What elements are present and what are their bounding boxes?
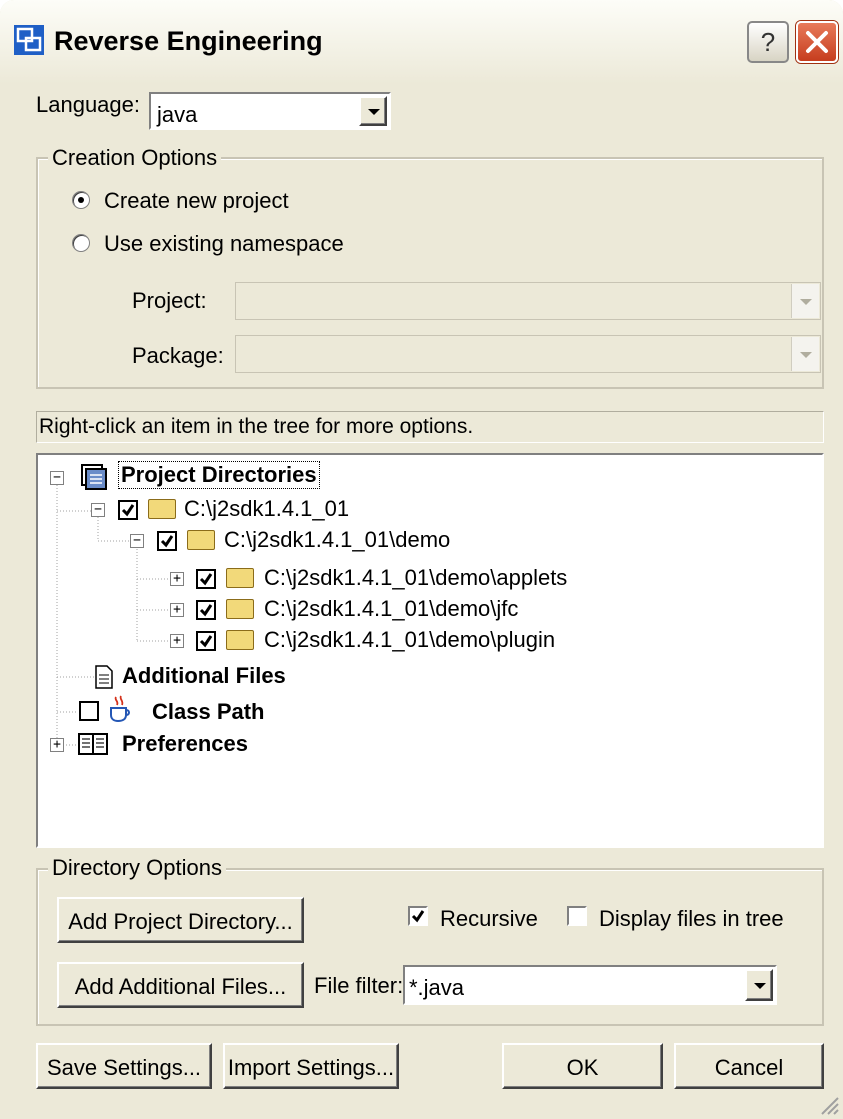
recursive-label[interactable]: Recursive bbox=[440, 906, 538, 932]
import-settings-label: Import Settings... bbox=[227, 1055, 395, 1080]
language-dropdown-button[interactable] bbox=[359, 96, 387, 126]
add-project-directory-button[interactable]: Add Project Directory... bbox=[57, 897, 304, 943]
hint-text: Right-click an item in the tree for more… bbox=[39, 415, 474, 438]
checkmark-icon bbox=[199, 573, 213, 586]
create-new-project-radio[interactable] bbox=[72, 191, 90, 209]
dialog-window: Reverse Engineering ? Language: java Cre… bbox=[0, 0, 843, 1119]
checkmark-icon bbox=[199, 604, 213, 617]
open-folder-icon bbox=[148, 499, 176, 519]
directory-options-legend: Directory Options bbox=[48, 855, 226, 881]
display-files-label[interactable]: Display files in tree bbox=[599, 906, 784, 932]
preferences-icon bbox=[78, 733, 108, 755]
chevron-down-icon bbox=[754, 983, 766, 989]
project-dropdown-button[interactable] bbox=[791, 284, 819, 318]
question-icon: ? bbox=[760, 27, 776, 57]
language-label: Language: bbox=[36, 92, 140, 117]
language-select-value: java bbox=[157, 102, 198, 127]
project-tree[interactable]: − Project Directories − C:\j2sdk1.4.1_01… bbox=[36, 453, 824, 848]
creation-options-legend: Creation Options bbox=[48, 145, 222, 171]
collapse-toggle[interactable]: − bbox=[91, 503, 105, 517]
import-settings-button[interactable]: Import Settings... bbox=[223, 1043, 399, 1089]
package-select[interactable] bbox=[235, 335, 821, 373]
help-button[interactable]: ? bbox=[747, 21, 789, 63]
display-files-checkbox[interactable] bbox=[567, 906, 587, 926]
checkmark-icon bbox=[199, 635, 213, 648]
expand-toggle[interactable]: + bbox=[170, 634, 184, 648]
dir3-checkbox[interactable] bbox=[196, 569, 216, 589]
app-icon bbox=[14, 25, 44, 55]
ok-label: OK bbox=[566, 1055, 599, 1080]
tree-item-dir1[interactable]: C:\j2sdk1.4.1_01 bbox=[184, 496, 349, 522]
tree-item-class-path[interactable]: Class Path bbox=[152, 699, 265, 725]
close-icon bbox=[806, 31, 828, 53]
title-bar[interactable]: Reverse Engineering ? bbox=[0, 0, 843, 84]
dir2-checkbox[interactable] bbox=[157, 531, 177, 551]
checkmark-icon bbox=[160, 535, 174, 548]
add-additional-files-button[interactable]: Add Additional Files... bbox=[57, 962, 304, 1008]
add-project-directory-label: Add Project Directory... bbox=[68, 909, 293, 934]
project-select[interactable] bbox=[235, 282, 821, 320]
tree-item-dir4[interactable]: C:\j2sdk1.4.1_01\demo\jfc bbox=[264, 596, 518, 622]
use-existing-namespace-label[interactable]: Use existing namespace bbox=[104, 231, 344, 257]
folder-icon bbox=[226, 630, 254, 650]
tree-item-dir3[interactable]: C:\j2sdk1.4.1_01\demo\applets bbox=[264, 565, 567, 591]
file-icon bbox=[95, 665, 113, 689]
collapse-toggle[interactable]: − bbox=[130, 534, 144, 548]
class-path-checkbox[interactable] bbox=[79, 701, 99, 721]
package-label: Package: bbox=[132, 343, 224, 368]
tree-item-dir2[interactable]: C:\j2sdk1.4.1_01\demo bbox=[224, 527, 450, 553]
folder-icon bbox=[226, 599, 254, 619]
expand-toggle[interactable]: + bbox=[170, 572, 184, 586]
dir5-checkbox[interactable] bbox=[196, 631, 216, 651]
project-directories-icon bbox=[81, 464, 107, 490]
hint-bar: Right-click an item in the tree for more… bbox=[36, 411, 824, 443]
resize-grip-icon[interactable] bbox=[818, 1094, 840, 1116]
chevron-down-icon bbox=[368, 109, 380, 115]
checkmark-icon bbox=[411, 910, 425, 923]
chevron-down-icon bbox=[800, 352, 812, 358]
package-dropdown-button[interactable] bbox=[791, 337, 819, 371]
dir1-checkbox[interactable] bbox=[118, 500, 138, 520]
file-filter-value: *.java bbox=[409, 975, 465, 1000]
ok-button[interactable]: OK bbox=[502, 1043, 663, 1089]
tree-item-additional-files[interactable]: Additional Files bbox=[122, 663, 286, 689]
cancel-button[interactable]: Cancel bbox=[674, 1043, 824, 1089]
use-existing-namespace-radio[interactable] bbox=[72, 234, 90, 252]
language-select[interactable]: java bbox=[149, 92, 391, 130]
window-title: Reverse Engineering bbox=[54, 26, 323, 56]
create-new-project-label[interactable]: Create new project bbox=[104, 188, 289, 214]
java-cup-icon bbox=[110, 695, 130, 723]
expand-toggle[interactable]: + bbox=[170, 603, 184, 617]
save-settings-button[interactable]: Save Settings... bbox=[36, 1043, 212, 1089]
collapse-toggle[interactable]: − bbox=[50, 471, 64, 485]
file-filter-dropdown-button[interactable] bbox=[745, 969, 773, 1001]
file-filter-select[interactable]: *.java bbox=[403, 965, 777, 1005]
cancel-label: Cancel bbox=[714, 1055, 784, 1080]
close-button[interactable] bbox=[796, 21, 838, 63]
tree-item-project-directories[interactable]: Project Directories bbox=[118, 461, 320, 489]
folder-icon bbox=[226, 568, 254, 588]
checkmark-icon bbox=[121, 504, 135, 517]
save-settings-label: Save Settings... bbox=[46, 1055, 202, 1080]
chevron-down-icon bbox=[800, 299, 812, 305]
open-folder-icon bbox=[187, 530, 215, 550]
dir4-checkbox[interactable] bbox=[196, 600, 216, 620]
expand-toggle[interactable]: + bbox=[50, 738, 64, 752]
recursive-checkbox[interactable] bbox=[408, 906, 428, 926]
file-filter-label: File filter: bbox=[314, 973, 404, 998]
tree-item-dir5[interactable]: C:\j2sdk1.4.1_01\demo\plugin bbox=[264, 627, 555, 653]
tree-item-preferences[interactable]: Preferences bbox=[122, 731, 248, 757]
add-additional-files-label: Add Additional Files... bbox=[74, 974, 287, 999]
project-label: Project: bbox=[132, 288, 207, 313]
